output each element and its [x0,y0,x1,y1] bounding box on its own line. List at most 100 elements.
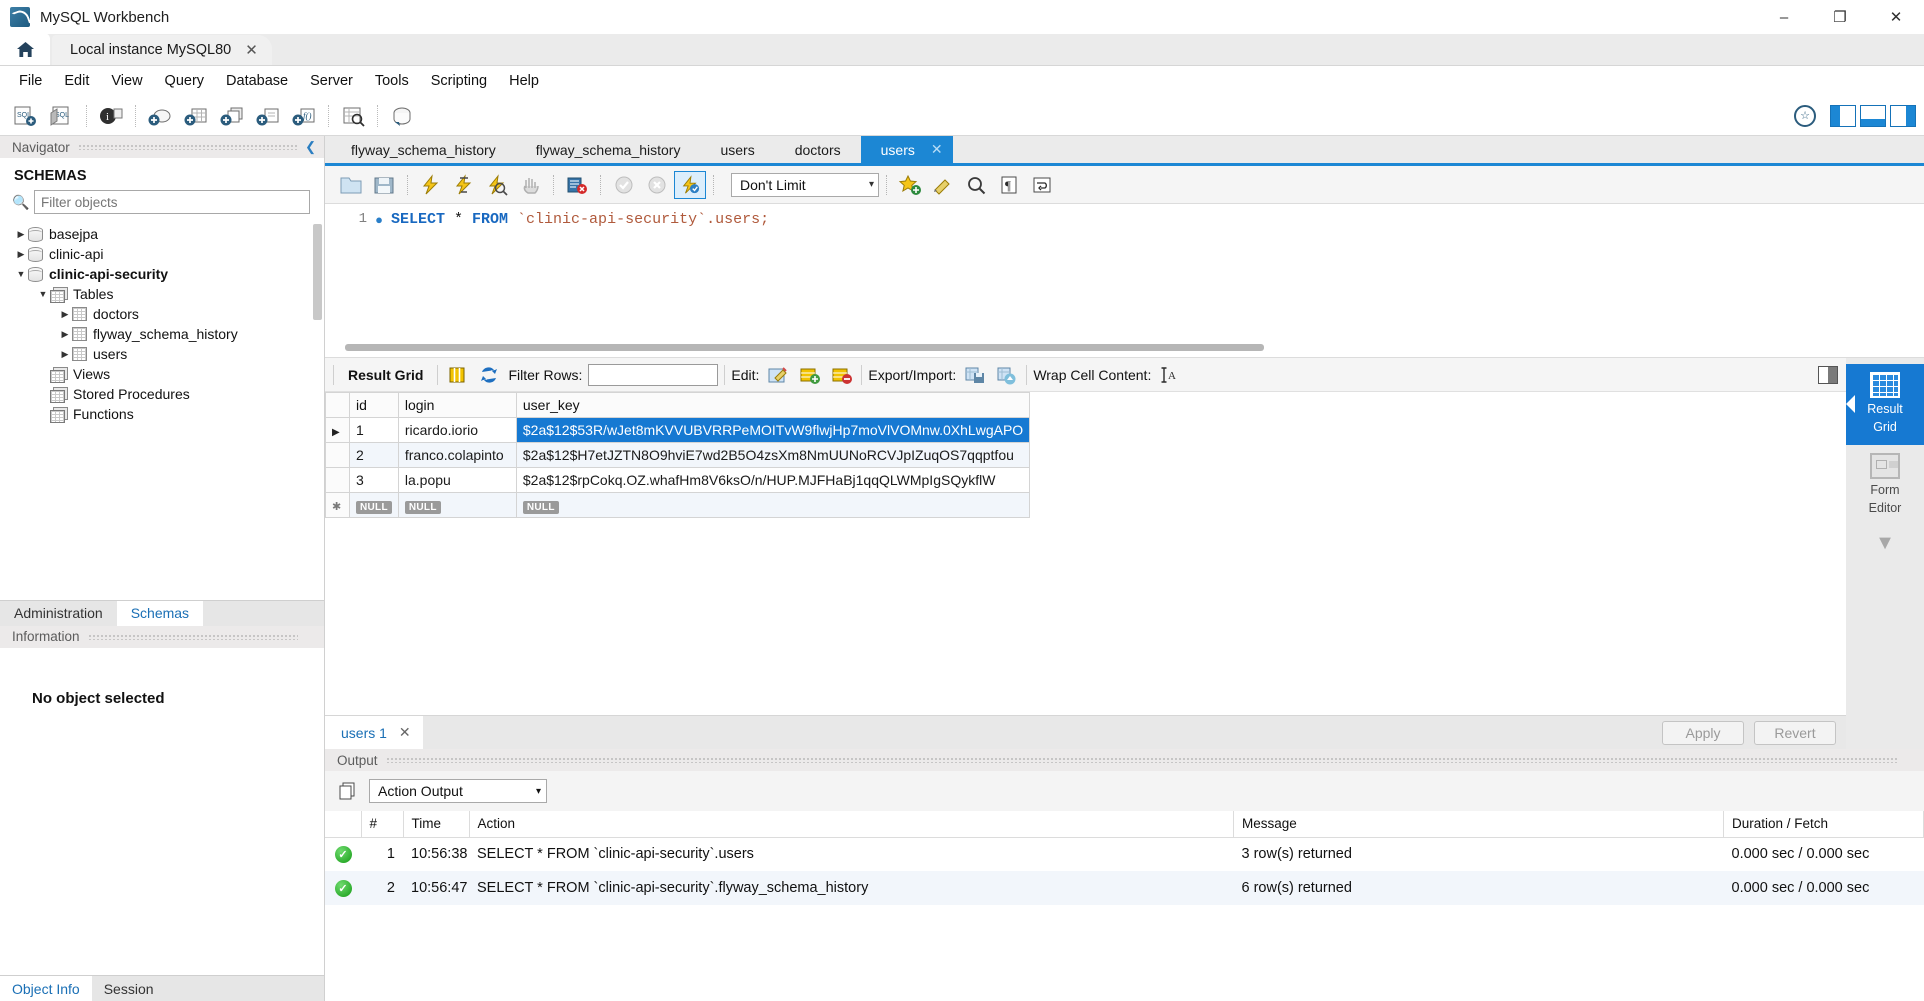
layout-sidebar-button[interactable] [1830,104,1856,127]
add-table-icon[interactable] [179,101,213,131]
layout-output-button[interactable] [1860,104,1886,127]
sql-horizontal-scrollbar[interactable] [345,344,1264,351]
tree-item-doctors[interactable]: ▶ doctors [0,304,324,324]
menu-query[interactable]: Query [154,70,216,92]
add-view-icon[interactable] [215,101,249,131]
close-icon[interactable]: ✕ [931,141,943,158]
table-row[interactable]: ▶ 1 ricardo.iorio $2a$12$53R/wJet8mKVVUB… [325,417,1031,443]
cell-user-key[interactable]: $2a$12$rpCokq.OZ.whafHm8V6ksO/n/HUP.MJFH… [515,467,1031,493]
connection-info-icon[interactable]: i [94,101,128,131]
filter-rows-input[interactable] [588,363,719,386]
cell-id[interactable]: 1 [349,417,399,443]
menu-edit[interactable]: Edit [53,70,100,92]
close-icon[interactable]: ✕ [399,724,411,741]
rail-item-result-grid[interactable]: Result Grid [1846,364,1924,445]
tab-object-info[interactable]: Object Info [0,976,92,1001]
cell-login[interactable]: NULL [397,492,517,518]
navigator-scrollbar[interactable] [313,224,322,320]
cell-id[interactable]: NULL [349,492,399,518]
tree-item-views[interactable]: Views [0,364,324,384]
add-function-icon[interactable]: f() [287,101,321,131]
column-header-user-key[interactable]: user_key [515,392,1031,418]
add-procedure-icon[interactable] [251,101,285,131]
chevron-right-icon[interactable]: ▶ [14,229,28,240]
beautify-query-icon[interactable] [927,171,959,199]
chevron-down-icon[interactable]: ▼ [36,289,50,299]
cell-login[interactable]: franco.colapinto [397,442,517,468]
tree-item-flyway-schema-history[interactable]: ▶ flyway_schema_history [0,324,324,344]
rail-more-chevron-icon[interactable]: ▼ [1875,526,1895,555]
menu-database[interactable]: Database [215,70,299,92]
toggle-side-panel-button[interactable] [1818,365,1838,384]
editor-tab-doctors[interactable]: doctors [774,136,861,163]
stop-execution-icon[interactable] [514,171,546,199]
home-tab[interactable] [0,33,50,65]
collapse-chevron-icon[interactable]: ❮ [305,139,316,155]
explain-statement-icon[interactable] [481,171,513,199]
add-schema-icon[interactable] [143,101,177,131]
copy-output-icon[interactable] [335,779,361,803]
tree-item-users[interactable]: ▶ users [0,344,324,364]
tab-administration[interactable]: Administration [0,601,117,626]
import-recordset-icon[interactable] [994,363,1020,387]
table-row[interactable]: 3 la.popu $2a$12$rpCokq.OZ.whafHm8V6ksO/… [325,467,1031,493]
toggle-word-wrap-icon[interactable] [1026,171,1058,199]
cell-login[interactable]: la.popu [397,467,517,493]
restore-button[interactable]: ❐ [1812,0,1868,34]
save-snippet-icon[interactable] [894,171,926,199]
refresh-icon[interactable] [476,363,502,387]
execute-current-statement-icon[interactable] [448,171,480,199]
editor-tab-flyway-schema-history-2[interactable]: flyway_schema_history [515,136,701,163]
row-marker-cell[interactable] [325,442,350,468]
tree-item-tables[interactable]: ▼ Tables [0,284,324,304]
export-recordset-icon[interactable] [962,363,988,387]
toggle-autocommit-icon[interactable] [674,170,706,199]
menu-tools[interactable]: Tools [364,70,420,92]
toggle-stop-on-error-icon[interactable] [561,171,593,199]
filter-objects-input[interactable] [34,190,310,214]
cell-user-key[interactable]: NULL [515,492,1031,518]
cell-login[interactable]: ricardo.iorio [397,417,517,443]
cell-id[interactable]: 2 [349,442,399,468]
chevron-right-icon[interactable]: ▶ [58,349,72,360]
open-sql-script-icon[interactable]: SQL [45,101,79,131]
commit-icon[interactable] [608,171,640,199]
layout-secondary-sidebar-button[interactable] [1890,104,1916,127]
resultset-tab-users-1[interactable]: users 1 ✕ [325,715,423,750]
row-marker-cell[interactable] [325,467,350,493]
menu-help[interactable]: Help [498,70,550,92]
revert-button[interactable]: Revert [1754,720,1836,745]
rail-item-form-editor[interactable]: Form Editor [1846,445,1924,526]
menu-file[interactable]: File [8,70,53,92]
sql-editor[interactable]: 1 ● SELECT * FROM `clinic-api-security`.… [325,204,1924,358]
menu-scripting[interactable]: Scripting [420,70,498,92]
search-table-data-icon[interactable] [336,101,370,131]
table-row[interactable]: 2 franco.colapinto $2a$12$H7etJZTN8O9hvi… [325,442,1031,468]
row-limit-combo[interactable]: Don't Limit ▾ [731,172,879,197]
result-data-grid[interactable]: id login user_key ▶ 1 ricardo.iorio $2a$… [325,392,1846,715]
output-type-combo[interactable]: Action Output ▾ [369,779,547,803]
wrap-cell-content-icon[interactable]: A [1157,363,1183,387]
open-script-icon[interactable] [335,171,367,199]
column-header-id[interactable]: id [349,392,399,418]
editor-tab-users-active[interactable]: users ✕ [860,136,953,163]
edit-cell-icon[interactable] [765,363,791,387]
tree-item-clinic-api[interactable]: ▶ clinic-api [0,244,324,264]
apply-button[interactable]: Apply [1662,720,1744,745]
help-circle-icon[interactable]: ☆ [1794,104,1816,127]
chevron-right-icon[interactable]: ▶ [14,249,28,260]
editor-tab-users-1[interactable]: users [700,136,775,163]
cell-user-key[interactable]: $2a$12$53R/wJet8mKVVUBVRRPeMOITvW9flwjHp… [515,417,1031,443]
menu-view[interactable]: View [100,70,153,92]
row-marker-cell[interactable]: ▶ [325,417,350,443]
save-script-icon[interactable] [368,171,400,199]
delete-row-icon[interactable] [829,363,855,387]
reconnect-server-icon[interactable] [385,101,419,131]
output-row[interactable]: ✓ 2 10:56:47 SELECT * FROM `clinic-api-s… [325,871,1924,905]
action-output-grid[interactable]: # Time Action Message Duration / Fetch ✓ [325,811,1924,1001]
close-icon[interactable]: ✕ [245,41,258,59]
new-sql-tab-icon[interactable]: SQL [9,101,43,131]
row-marker-cell[interactable]: ✱ [325,492,350,518]
toggle-field-types-icon[interactable] [444,363,470,387]
tree-item-functions[interactable]: Functions [0,404,324,424]
